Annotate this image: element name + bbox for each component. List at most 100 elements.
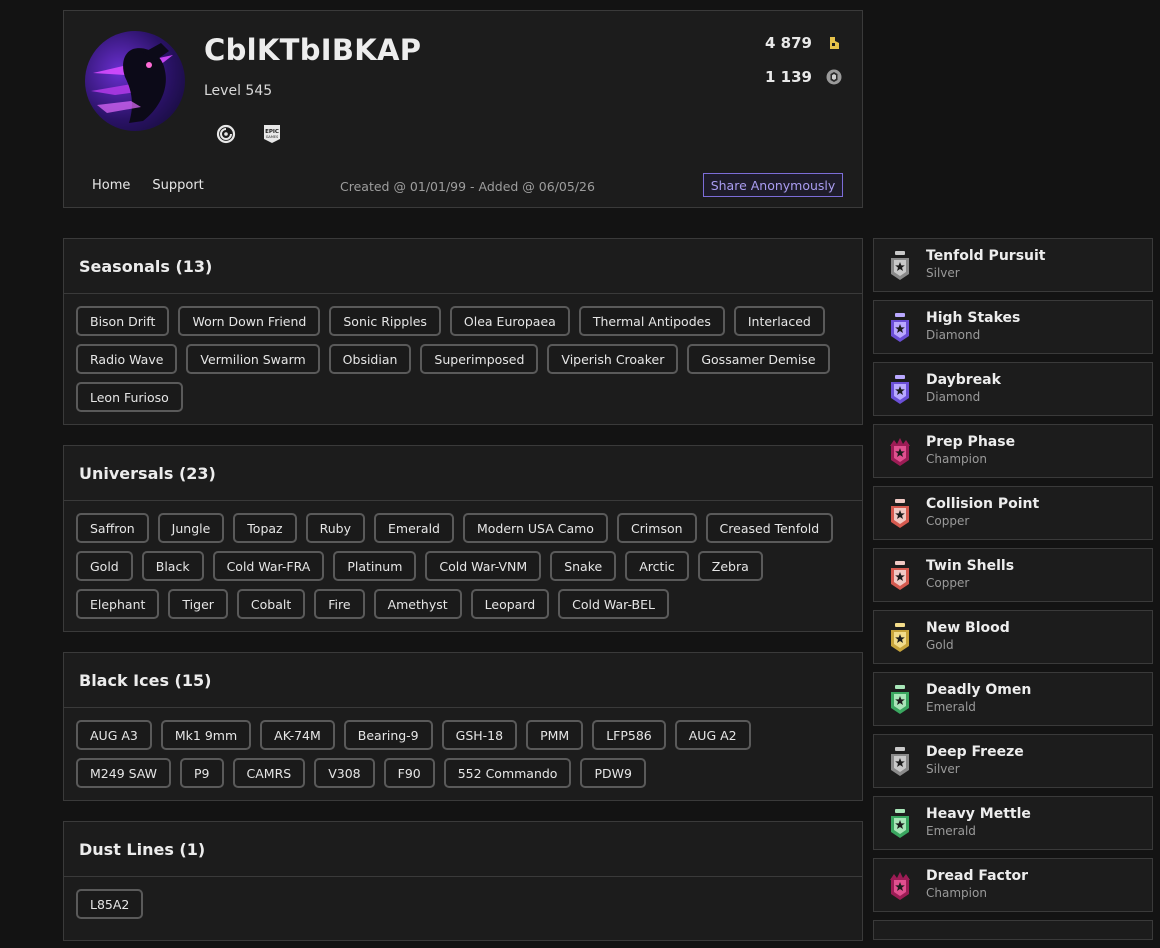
skin-chip[interactable]: Crimson (616, 513, 697, 543)
achievement-tier: Diamond (926, 390, 981, 404)
achievement-title: New Blood (926, 620, 1010, 636)
skin-chip[interactable]: Snake (550, 551, 617, 581)
skin-chip[interactable]: Arctic (625, 551, 689, 581)
achievement-tier: Champion (926, 886, 987, 900)
skin-chip[interactable]: Olea Europaea (449, 306, 570, 336)
skin-chip[interactable]: AUG A2 (674, 720, 751, 750)
achievement-card[interactable]: Heavy Mettle Emerald (873, 796, 1153, 850)
nav-home-link[interactable]: Home (92, 178, 130, 193)
skin-chip[interactable]: Thermal Antipodes (578, 306, 725, 336)
achievement-card[interactable]: Daybreak Diamond (873, 362, 1153, 416)
achievement-tier: Emerald (926, 824, 976, 838)
skin-chip[interactable]: Cold War-BEL (558, 589, 669, 619)
skin-chip[interactable]: 552 Commando (443, 758, 572, 788)
skin-chip[interactable]: Saffron (76, 513, 149, 543)
ubisoft-icon[interactable] (215, 123, 237, 145)
chip-list: AUG A3 Mk1 9mm AK-74M Bearing-9 GSH-18 PMM LFP… (64, 708, 862, 800)
skin-chip[interactable]: AUG A3 (76, 720, 152, 750)
skin-chip[interactable]: Superimposed (420, 344, 539, 374)
r6-credits-icon (826, 69, 842, 85)
skin-chip[interactable]: Leopard (470, 589, 550, 619)
skin-chip[interactable]: PMM (526, 720, 584, 750)
skin-chip[interactable]: F90 (383, 758, 435, 788)
skin-chip[interactable]: Leon Furioso (76, 382, 183, 412)
skin-chip[interactable]: Mk1 9mm (160, 720, 252, 750)
rank-badge-icon (888, 374, 912, 406)
achievement-tier: Silver (926, 266, 960, 280)
epic-games-icon[interactable]: EPIC GAMES (261, 123, 283, 145)
achievement-title: Heavy Mettle (926, 806, 1031, 822)
rank-badge-icon (888, 436, 912, 468)
skin-chip[interactable]: Platinum (333, 551, 417, 581)
skin-chip[interactable]: GSH-18 (441, 720, 518, 750)
skin-chip[interactable]: PDW9 (580, 758, 646, 788)
skin-chip[interactable]: Sonic Ripples (329, 306, 441, 336)
achievement-card[interactable]: Deadly Omen Emerald (873, 672, 1153, 726)
achievement-card[interactable]: Collision Point Copper (873, 486, 1153, 540)
achievement-title: Deadly Omen (926, 682, 1032, 698)
achievement-title: Tenfold Pursuit (926, 248, 1046, 264)
achievement-card[interactable]: Deep Freeze Silver (873, 734, 1153, 788)
skin-chip[interactable]: Interlaced (733, 306, 825, 336)
skin-chip[interactable]: Black (141, 551, 204, 581)
section-title: Black Ices (15) (64, 653, 862, 708)
achievement-card[interactable]: Twin Shells Copper (873, 548, 1153, 602)
skin-chip[interactable]: Elephant (76, 589, 160, 619)
achievement-card[interactable] (873, 920, 1153, 940)
chip-list: Bison Drift Worn Down Friend Sonic Ripples… (64, 294, 862, 424)
share-anonymously-button[interactable]: Share Anonymously (703, 173, 843, 197)
skin-chip[interactable]: Gossamer Demise (687, 344, 830, 374)
rank-badge-icon (888, 746, 912, 778)
achievement-tier: Gold (926, 638, 954, 652)
rank-badge-icon (888, 684, 912, 716)
skin-chip[interactable]: Bison Drift (76, 306, 170, 336)
rank-badge-icon (888, 498, 912, 530)
achievement-tier: Copper (926, 576, 970, 590)
achievement-tier: Champion (926, 452, 987, 466)
skin-chip[interactable]: P9 (180, 758, 224, 788)
skin-chip[interactable]: Emerald (374, 513, 454, 543)
achievement-card[interactable]: Dread Factor Champion (873, 858, 1153, 912)
skin-chip[interactable]: L85A2 (76, 889, 144, 919)
achievement-title: Collision Point (926, 496, 1040, 512)
credits-counter: 1 139 (765, 68, 842, 86)
skin-chip[interactable]: AK-74M (260, 720, 335, 750)
skin-chip[interactable]: Zebra (697, 551, 763, 581)
skin-chip[interactable]: M249 SAW (76, 758, 172, 788)
skin-chip[interactable]: Viperish Croaker (547, 344, 679, 374)
skin-chip[interactable]: Amethyst (373, 589, 462, 619)
skin-chip[interactable]: V308 (314, 758, 375, 788)
achievement-card[interactable]: Prep Phase Champion (873, 424, 1153, 478)
skin-chip[interactable]: LFP586 (592, 720, 666, 750)
skin-chip[interactable]: Cobalt (236, 589, 306, 619)
chip-list: L85A2 (64, 877, 862, 931)
credits-value: 1 139 (765, 68, 812, 86)
skin-chip[interactable]: Worn Down Friend (178, 306, 321, 336)
nav-support-link[interactable]: Support (152, 178, 203, 193)
skin-chip[interactable]: CAMRS (232, 758, 306, 788)
skin-chip[interactable]: Jungle (157, 513, 225, 543)
skin-chip[interactable]: Ruby (305, 513, 366, 543)
achievement-card[interactable]: High Stakes Diamond (873, 300, 1153, 354)
skin-chip[interactable]: Radio Wave (76, 344, 178, 374)
achievement-card[interactable]: New Blood Gold (873, 610, 1153, 664)
skin-chip[interactable]: Cold War-VNM (425, 551, 542, 581)
avatar-image (91, 43, 173, 123)
skin-chip[interactable]: Tiger (168, 589, 228, 619)
skin-chip[interactable]: Cold War-FRA (212, 551, 325, 581)
achievement-tier: Silver (926, 762, 960, 776)
section-title: Universals (23) (64, 446, 862, 501)
skin-chip[interactable]: Vermilion Swarm (186, 344, 320, 374)
skin-chip[interactable]: Bearing-9 (343, 720, 433, 750)
achievement-list: Tenfold Pursuit Silver High Stakes Diamond D… (873, 238, 1153, 948)
skin-chip[interactable]: Fire (314, 589, 365, 619)
svg-text:GAMES: GAMES (266, 135, 279, 139)
achievement-card[interactable]: Tenfold Pursuit Silver (873, 238, 1153, 292)
skin-chip[interactable]: Modern USA Camo (463, 513, 608, 543)
skin-chip[interactable]: Gold (76, 551, 133, 581)
skin-chip[interactable]: Obsidian (328, 344, 412, 374)
achievement-tier: Copper (926, 514, 970, 528)
profile-nav: Home Support (92, 178, 204, 193)
skin-chip[interactable]: Creased Tenfold (705, 513, 834, 543)
skin-chip[interactable]: Topaz (233, 513, 297, 543)
